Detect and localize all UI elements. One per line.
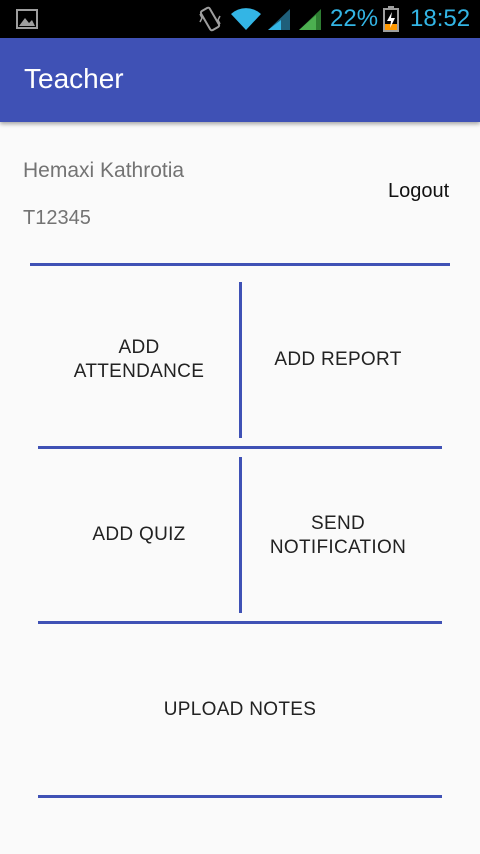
gallery-icon bbox=[16, 9, 38, 29]
teacher-name: Hemaxi Kathrotia bbox=[23, 159, 185, 182]
app-bar-title: Teacher bbox=[24, 63, 124, 94]
upload-notes-label: UPLOAD NOTES bbox=[163, 699, 317, 720]
send-notification-button[interactable]: SEND NOTIFICATION bbox=[242, 455, 434, 615]
add-quiz-label: ADD QUIZ bbox=[92, 524, 186, 545]
send-notification-label-line1: SEND bbox=[311, 513, 365, 534]
teacher-id: T12345 bbox=[23, 207, 91, 229]
divider bbox=[38, 446, 442, 449]
battery-percent: 22% bbox=[330, 5, 379, 32]
logout-button[interactable]: Logout bbox=[388, 178, 449, 204]
divider bbox=[38, 795, 442, 798]
add-report-button[interactable]: ADD REPORT bbox=[242, 280, 434, 440]
add-quiz-button[interactable]: ADD QUIZ bbox=[40, 455, 238, 615]
signal-icon bbox=[268, 9, 290, 30]
add-attendance-label-line1: ADD bbox=[118, 337, 160, 358]
vibrate-icon bbox=[199, 6, 221, 32]
battery-charging-icon bbox=[383, 6, 399, 32]
add-attendance-label-line2: ATTENDANCE bbox=[73, 361, 205, 382]
add-report-label: ADD REPORT bbox=[274, 349, 402, 370]
send-notification-label-line2: NOTIFICATION bbox=[269, 537, 407, 558]
divider bbox=[30, 263, 450, 266]
upload-notes-button[interactable]: UPLOAD NOTES bbox=[40, 630, 440, 790]
wifi-icon bbox=[231, 8, 261, 30]
clock: 18:52 bbox=[410, 5, 471, 32]
app-bar: Teacher bbox=[0, 38, 480, 122]
signal-icon bbox=[299, 9, 321, 30]
divider bbox=[38, 621, 442, 624]
status-bar: 22% 18:52 bbox=[0, 0, 480, 38]
add-attendance-button[interactable]: ADD ATTENDANCE bbox=[40, 280, 238, 440]
